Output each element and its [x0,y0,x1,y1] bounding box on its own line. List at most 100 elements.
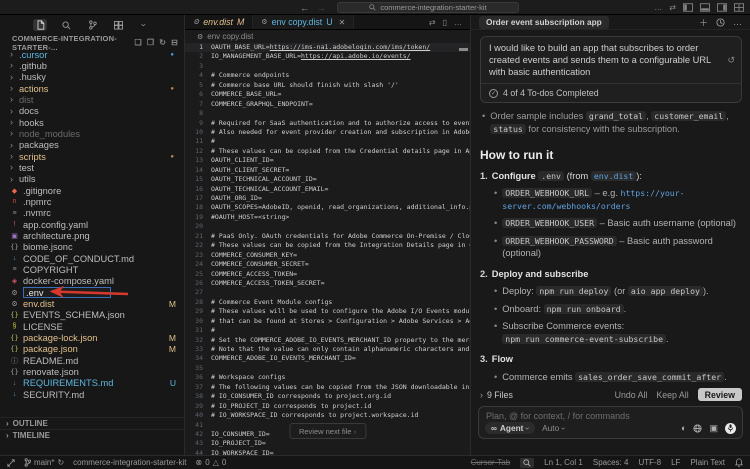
todos-row[interactable]: ✓ 4 of 4 To-dos Completed [481,83,741,102]
new-chat-icon[interactable]: ＋ [699,16,708,29]
expand-files-icon[interactable]: › [480,390,483,400]
files-count[interactable]: 9 Files [487,390,513,400]
code-line[interactable]: 15 OAUTH_TECHNICAL_ACCOUNT_ID= [185,175,470,184]
code-line[interactable]: 31 # [185,326,470,335]
tab-env-dist[interactable]: ⚙ env.dist M [185,15,254,29]
voice-input-button[interactable] [725,422,736,434]
notifications-bell-icon[interactable] [735,458,743,467]
problems-indicator[interactable]: ⊗ 0 △ 0 [196,458,227,467]
code-line[interactable]: 40 # IO_WORKSPACE_ID corresponds to proje… [185,411,470,420]
code-line[interactable]: 6 COMMERCE_BASE_URL= [185,90,470,99]
chat-messages[interactable]: I would like to build an app that subscr… [471,31,750,385]
attach-image-icon[interactable]: ▣ [709,423,718,434]
split-editor-icon[interactable]: ▯ [443,18,447,27]
tab-env-copy-dist[interactable]: ⚙ env copy.dist U ✕ [253,15,355,29]
back-icon[interactable]: ← [300,3,309,13]
toggle-panel-icon[interactable] [700,3,710,12]
detected-link[interactable]: https://api.adobe.io/events/ [301,52,411,60]
refresh-explorer-icon[interactable]: ↻ [159,38,166,47]
tree-item-events-schema-json[interactable]: {} EVENTS_SCHEMA.json [0,310,184,321]
code-line[interactable]: 27 [185,288,470,297]
restore-checkpoint-icon[interactable]: ↺ [727,55,735,66]
indentation[interactable]: Spaces: 4 [593,458,629,467]
code-line[interactable]: 22 # These values can be copied from the … [185,241,470,250]
screencast-zoom-indicator[interactable] [520,457,535,468]
code-line[interactable]: 37 # The following values can be copied f… [185,383,470,392]
tree-item-docker-compose-yaml[interactable]: ◈ docker-compose.yaml [0,276,184,287]
code-line[interactable]: 4 # Commerce endpoints [185,71,470,80]
keep-all-button[interactable]: Keep All [656,390,688,400]
code-line[interactable]: 43 IO_PROJECT_ID= [185,439,470,448]
code-line[interactable]: 9 # Required for SaaS authentication and … [185,119,470,128]
tree-item-license[interactable]: § LICENSE [0,321,184,332]
code-line[interactable]: 17 OAUTH_ORG_ID= [185,194,470,203]
code-line[interactable]: 23 COMMERCE_CONSUMER_KEY= [185,251,470,260]
code-line[interactable]: 3 [185,62,470,71]
close-tab-icon[interactable]: ✕ [339,18,346,27]
model-selector[interactable]: Auto › [542,423,568,433]
cursor-tab-indicator[interactable]: Cursor-Tab [471,458,511,467]
cursor-position[interactable]: Ln 1, Col 1 [544,458,583,467]
review-next-file-button[interactable]: Review next file › [288,423,367,439]
file-link[interactable]: env.dist [590,170,637,181]
views-chevron-down-icon[interactable]: › [138,18,150,32]
timeline-section[interactable]: › TIMELINE [0,429,184,441]
git-branch-indicator[interactable]: main* ↻ [24,458,64,467]
code-line[interactable]: 34 COMMERCE_ADOBE_IO_EVENTS_MERCHANT_ID= [185,354,470,363]
tree-item-architecture-png[interactable]: ▣ architecture.png [0,230,184,241]
code-line[interactable]: 8 [185,109,470,118]
tree-item-requirements-md[interactable]: ↓ REQUIREMENTS.md U [0,378,184,389]
code-line[interactable]: 25 COMMERCE_ACCESS_TOKEN= [185,270,470,279]
tree-item--nvmrc[interactable]: ≡ .nvmrc [0,208,184,219]
usage-meter-icon[interactable]: ◐ [681,423,686,433]
tree-item-docs[interactable]: › docs [0,106,184,117]
tree-item-scripts[interactable]: › scripts ● [0,151,184,162]
explorer-icon[interactable] [33,19,47,31]
open-changes-icon[interactable]: ⇄ [429,18,436,27]
editor-more-actions-icon[interactable]: … [454,18,462,27]
tree-item-security-md[interactable]: ↓ SECURITY.md [0,389,184,400]
scrollbar-thumb[interactable] [459,48,468,51]
code-line[interactable]: 5 # Commerce base URL should finish with … [185,81,470,90]
tree-item-node-modules[interactable]: › node_modules [0,128,184,139]
tree-item-package-lock-json[interactable]: {} package-lock.json M [0,332,184,343]
code-line[interactable]: 32 # Set the COMMERCE_ADOBE_IO_EVENTS_MER… [185,336,470,345]
agent-mode-selector[interactable]: ∞ Agent › [485,422,536,434]
new-folder-icon[interactable]: ❐ [147,38,154,47]
tree-item--env[interactable]: ⚙ .env [0,287,184,299]
tree-item-app-config-yaml[interactable]: ! app.config.yaml [0,219,184,230]
chat-input-box[interactable]: Plan, @ for context, / for commands ∞ Ag… [478,406,743,439]
history-icon[interactable] [716,17,725,27]
code-line[interactable]: 11 # [185,137,470,146]
tree-item--husky[interactable]: › .husky [0,72,184,83]
tree-item-test[interactable]: › test [0,162,184,173]
toggle-sidebar-icon[interactable] [683,3,693,12]
language-mode[interactable]: Plain Text [690,458,725,467]
code-line[interactable]: 24 COMMERCE_CONSUMER_SECRET= [185,260,470,269]
code-line[interactable]: 12 # These values can be copied from the … [185,147,470,156]
tree-item-actions[interactable]: › actions ● [0,83,184,94]
collapse-folders-icon[interactable]: ⊟ [171,38,178,47]
tree-item-readme-md[interactable]: ⓘ README.md [0,355,184,366]
tree-item-code-of-conduct-md[interactable]: ↓ CODE_OF_CONDUCT.md [0,253,184,264]
tree-item--cursor[interactable]: › .cursor ● [0,49,184,60]
tree-item-packages[interactable]: › packages [0,140,184,151]
command-center-search[interactable]: commerce-integration-starter-kit [337,2,519,13]
search-view-icon[interactable] [59,19,73,31]
code-line[interactable]: 18 OAUTH_SCOPES=AdobeID, openid, read_org… [185,203,470,212]
remote-indicator[interactable] [7,458,15,467]
code-line[interactable]: 36 # Workspace configs [185,373,470,382]
code-line[interactable]: 1 OAUTH_BASE_URL=https://ims-na1.adobelog… [185,43,470,53]
tree-item--npmrc[interactable]: n .npmrc [0,196,184,207]
code-line[interactable]: 28 # Commerce Event Module configs [185,298,470,307]
eol[interactable]: LF [671,458,680,467]
tree-item-package-json[interactable]: {} package.json M [0,344,184,355]
explorer-section-header[interactable]: COMMERCE-INTEGRATION-STARTER-... ❏ ❐ ↻ ⊟ [0,34,184,52]
code-line[interactable]: 14 OAUTH_CLIENT_SECRET= [185,166,470,175]
tree-item--github[interactable]: › .github [0,60,184,71]
code-line[interactable]: 16 OAUTH_TECHNICAL_ACCOUNT_EMAIL= [185,185,470,194]
more-icon[interactable]: … [654,3,662,12]
tree-item-hooks[interactable]: › hooks [0,117,184,128]
code-line[interactable]: 35 [185,364,470,373]
forward-icon[interactable]: → [317,3,326,13]
